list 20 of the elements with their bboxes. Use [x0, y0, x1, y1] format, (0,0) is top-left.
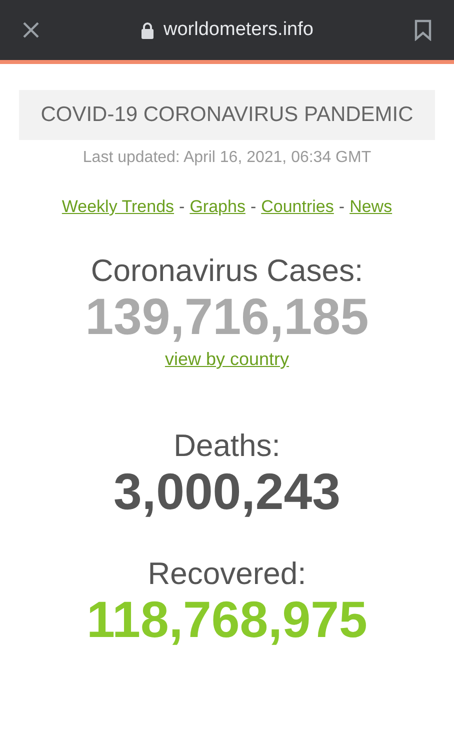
counter-label: Coronavirus Cases: [90, 253, 364, 289]
page-title: COVID-19 CORONAVIRUS PANDEMIC [19, 90, 435, 140]
close-icon[interactable] [22, 21, 40, 39]
counter-value: 118,768,975 [86, 592, 368, 648]
nav-link[interactable]: News [350, 197, 392, 217]
nav-link[interactable]: Weekly Trends [62, 197, 174, 217]
counter-value: 3,000,243 [114, 464, 340, 520]
last-updated-text: Last updated: April 16, 2021, 06:34 GMT [82, 149, 372, 167]
separator-text: - [250, 197, 256, 217]
counter-value: 139,716,185 [85, 289, 369, 346]
view-by-country-link[interactable]: view by country [164, 349, 290, 370]
lock-icon [140, 22, 154, 38]
nav-link[interactable]: Countries [261, 197, 334, 217]
counter-label: Recovered: [148, 556, 306, 592]
bookmark-icon[interactable] [414, 19, 432, 41]
separator-text: - [338, 197, 345, 217]
url-text[interactable]: worldometers.info [164, 19, 314, 41]
nav-link[interactable]: Graphs [190, 197, 246, 217]
counter-label: Deaths: [174, 428, 280, 464]
separator-text: - [179, 197, 185, 217]
